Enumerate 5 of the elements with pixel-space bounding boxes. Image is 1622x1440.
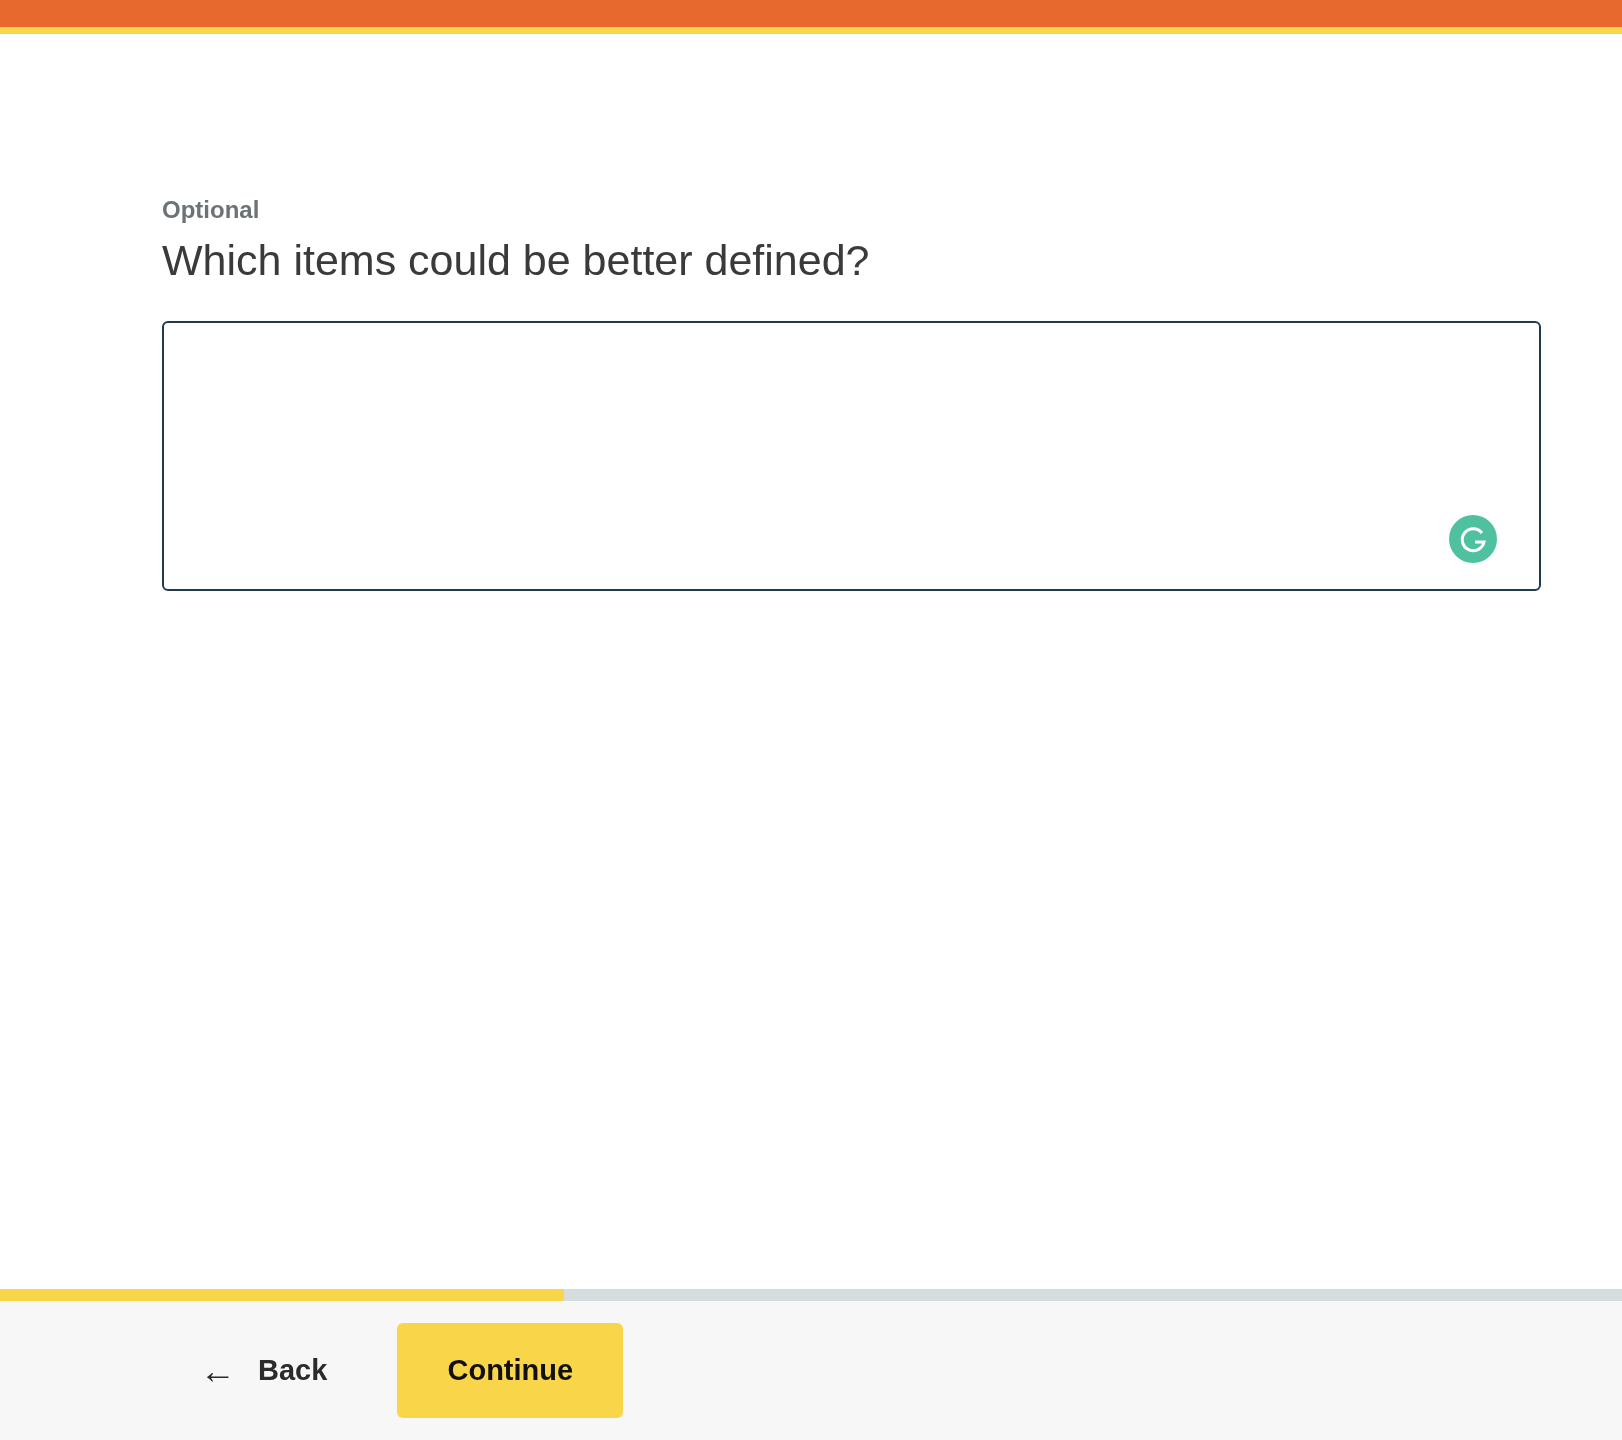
optional-label: Optional [162, 196, 260, 224]
continue-button[interactable]: Continue [397, 1323, 624, 1418]
answer-box[interactable] [162, 321, 1541, 591]
question-title: Which items could be better defined? [162, 236, 870, 285]
back-button[interactable]: ← Back [190, 1342, 338, 1399]
